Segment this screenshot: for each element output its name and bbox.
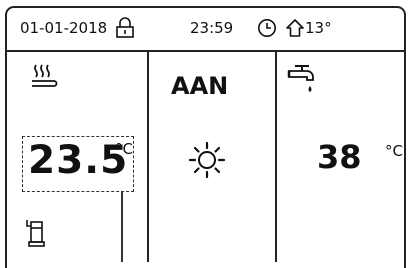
floor-heating-icon[interactable] (30, 63, 58, 91)
column-divider-1 (147, 50, 149, 262)
heating-temperature[interactable]: 23.5 (28, 138, 128, 183)
house-icon (284, 17, 306, 39)
mode-state-label[interactable]: AAN (171, 72, 228, 100)
header-divider (5, 50, 406, 52)
heating-temperature-unit: °C (115, 140, 133, 158)
heat-pump-unit-icon (24, 218, 46, 248)
selection-pointer-line (121, 192, 123, 262)
tap-icon[interactable] (287, 64, 321, 104)
clock-icon[interactable] (257, 18, 277, 38)
outdoor-temperature: 13° (305, 19, 332, 37)
date-display: 01-01-2018 (20, 19, 108, 37)
hot-water-temperature[interactable]: 38 (317, 138, 362, 176)
sun-icon[interactable] (187, 140, 227, 180)
time-display: 23:59 (190, 19, 234, 37)
hot-water-temperature-unit: °C (385, 142, 403, 160)
column-divider-2 (275, 50, 277, 262)
lock-icon[interactable] (115, 17, 135, 39)
